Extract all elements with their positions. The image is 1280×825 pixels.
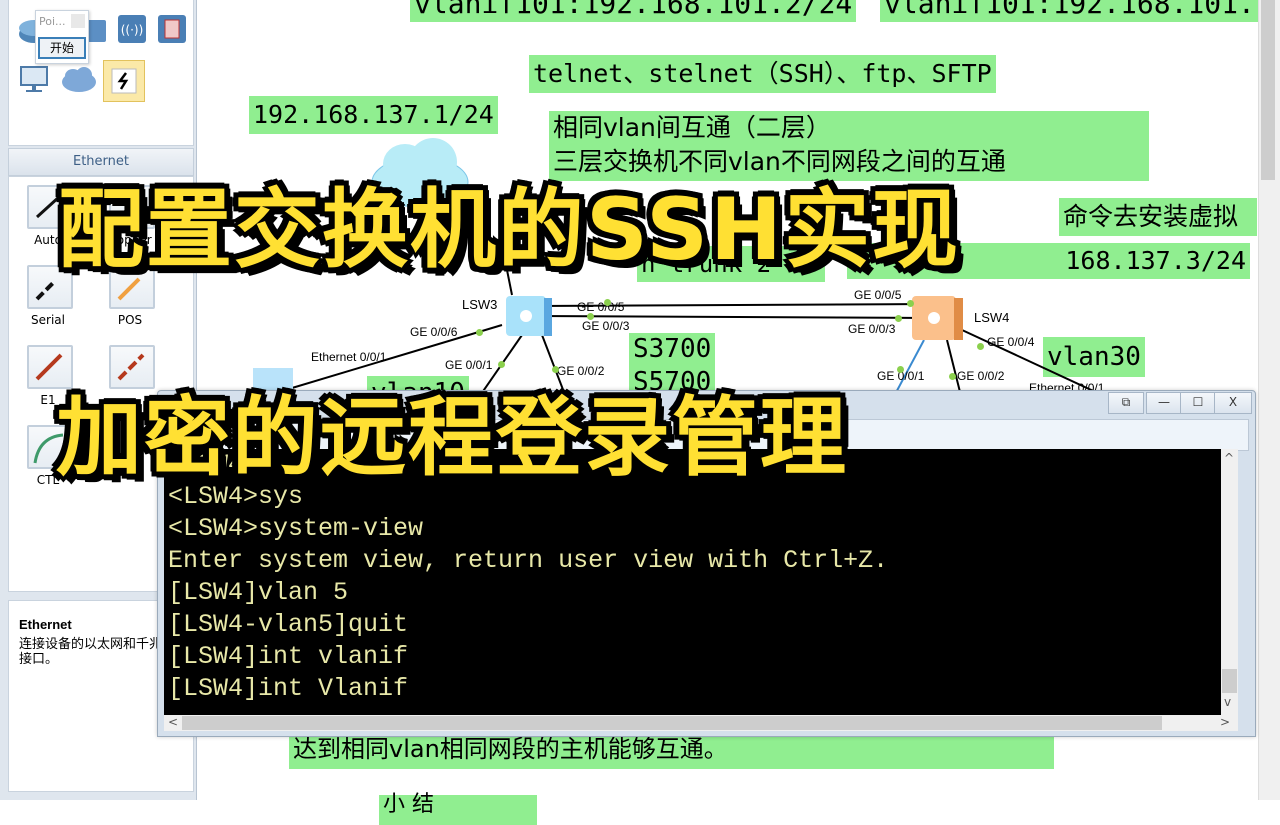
terminal-line: [LSW4-vlan5]quit <box>168 610 409 639</box>
port-dot <box>895 315 902 322</box>
link-lsw3-lsw4-ge003 <box>536 315 928 319</box>
switch-lsw3-label: LSW3 <box>462 297 498 312</box>
switch-lsw4-icon[interactable] <box>910 290 966 344</box>
switch-lsw4-label: LSW4 <box>974 310 1010 325</box>
ethernet-cable-icon[interactable] <box>109 345 155 389</box>
terminal-line: <LSW4>system-view <box>168 514 424 543</box>
cloud-icon[interactable] <box>59 62 97 96</box>
scrollbar-thumb[interactable] <box>1222 669 1237 693</box>
port-label: GE 0/0/5 <box>854 288 902 302</box>
device-popup-title: Poi... <box>39 15 66 28</box>
device-palette: ((·)) Poi... 开始 <box>8 0 194 146</box>
port-label: Ethernet 0/0/1 <box>311 350 387 364</box>
overlay-title-line1: 配置交换机的SSH实现 <box>58 180 960 280</box>
info-title: Ethernet <box>19 617 72 632</box>
device-popup: Poi... 开始 <box>35 10 89 64</box>
port-label: GE 0/0/3 <box>582 319 630 333</box>
switch-lsw3-icon[interactable] <box>504 290 556 340</box>
section-header-ethernet: Ethernet <box>8 148 194 176</box>
close-button[interactable]: X <box>1214 392 1252 414</box>
port-dot <box>949 373 956 380</box>
port-label: GE 0/0/2 <box>957 369 1005 383</box>
port-dot <box>977 343 984 350</box>
terminal-line: [LSW4]int Vlanif <box>168 674 409 703</box>
port-label: GE 0/0/6 <box>410 325 458 339</box>
port-dot <box>587 313 594 320</box>
scrollbar-thumb[interactable] <box>182 716 1162 730</box>
port-label: GE 0/0/5 <box>577 300 625 314</box>
firewall-icon[interactable] <box>153 12 191 46</box>
scroll-right-icon[interactable]: > <box>1220 715 1230 729</box>
cable-category-icon[interactable] <box>103 60 145 102</box>
port-label: GE 0/0/2 <box>557 364 605 378</box>
overlay-title-line2: 加密的远程登录管理 <box>56 388 848 488</box>
start-button[interactable]: 开始 <box>38 37 86 59</box>
pc-icon[interactable] <box>15 62 53 96</box>
svg-text:((·)): ((·)) <box>121 23 144 37</box>
port-dot <box>604 299 611 306</box>
port-dot <box>476 329 483 336</box>
terminal-line: [LSW4]int vlanif <box>168 642 409 671</box>
cable-label-pos: POS <box>117 313 143 327</box>
restore-tab-button[interactable]: ⧉ <box>1108 392 1144 414</box>
e1-cable-icon[interactable] <box>27 345 73 389</box>
port-dot <box>907 300 914 307</box>
maximize-button[interactable]: ☐ <box>1180 392 1216 414</box>
minimize-button[interactable]: — <box>1146 392 1182 414</box>
wireless-ap-icon[interactable]: ((·)) <box>113 12 151 46</box>
terminal-screen[interactable]: <LSW4> <LSW4>sys <LSW4>system-view Enter sy… <box>164 449 1238 715</box>
scroll-down-icon[interactable]: v <box>1224 695 1231 709</box>
scrollbar-thumb[interactable] <box>1261 0 1275 180</box>
terminal-line: [LSW4]vlan 5 <box>168 578 349 607</box>
note-bottom[interactable]: 达到相同vlan相同网段的主机能够互通。 <box>289 735 1054 769</box>
terminal-horizontal-scrollbar[interactable]: < > <box>164 715 1238 731</box>
scroll-left-icon[interactable]: < <box>168 715 178 729</box>
cable-label-serial: Serial <box>31 313 65 327</box>
canvas-vertical-scrollbar[interactable] <box>1258 0 1280 800</box>
port-dot <box>498 361 505 368</box>
port-dot <box>897 366 904 373</box>
port-dot <box>552 366 559 373</box>
port-label: GE 0/0/4 <box>987 335 1035 349</box>
port-label: GE 0/0/1 <box>445 358 493 372</box>
terminal-vertical-scrollbar[interactable]: ^ v <box>1221 449 1238 715</box>
scroll-up-icon[interactable]: ^ <box>1224 451 1234 465</box>
popup-close-icon[interactable] <box>71 14 85 28</box>
port-label: GE 0/0/3 <box>848 322 896 336</box>
terminal-line: Enter system view, return user view with… <box>168 546 889 575</box>
